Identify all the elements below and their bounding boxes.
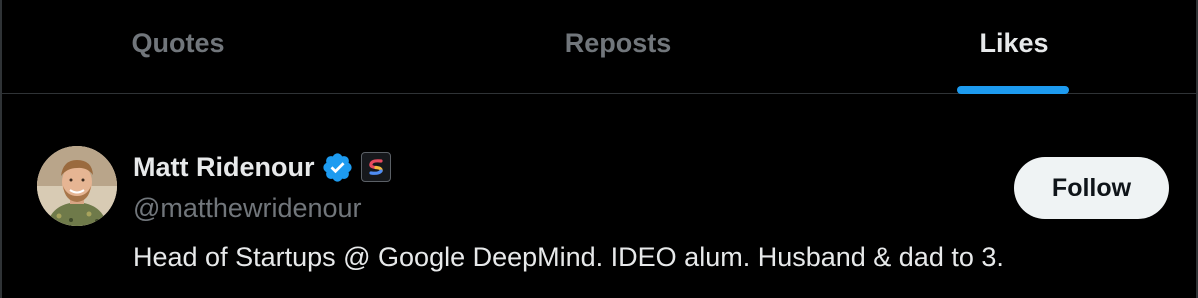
tab-likes[interactable]: Likes xyxy=(898,0,1130,94)
affiliate-logo-icon[interactable] xyxy=(360,152,391,182)
tab-quotes[interactable]: Quotes xyxy=(62,0,294,94)
avatar-image xyxy=(37,146,117,226)
tab-reposts[interactable]: Reposts xyxy=(502,0,734,94)
timeline-frame: Quotes Reposts Likes Matt Ridenour @matt… xyxy=(0,0,1198,298)
user-bio: Head of Startups @ Google DeepMind. IDEO… xyxy=(133,242,1004,272)
tab-bar: Quotes Reposts Likes xyxy=(2,0,1198,94)
tab-reposts-label: Reposts xyxy=(564,28,672,58)
follow-button[interactable]: Follow xyxy=(1014,157,1169,219)
tab-likes-label: Likes xyxy=(979,28,1049,58)
tab-quotes-label: Quotes xyxy=(131,28,225,58)
active-tab-indicator xyxy=(957,86,1069,94)
name-row: Matt Ridenour xyxy=(133,151,391,183)
display-name[interactable]: Matt Ridenour xyxy=(133,151,315,183)
user-handle[interactable]: @matthewridenour xyxy=(133,192,362,224)
verified-badge-icon[interactable] xyxy=(321,151,354,184)
avatar[interactable] xyxy=(37,146,117,226)
user-cell[interactable]: Matt Ridenour @matthewridenour Head of S… xyxy=(2,95,1198,298)
